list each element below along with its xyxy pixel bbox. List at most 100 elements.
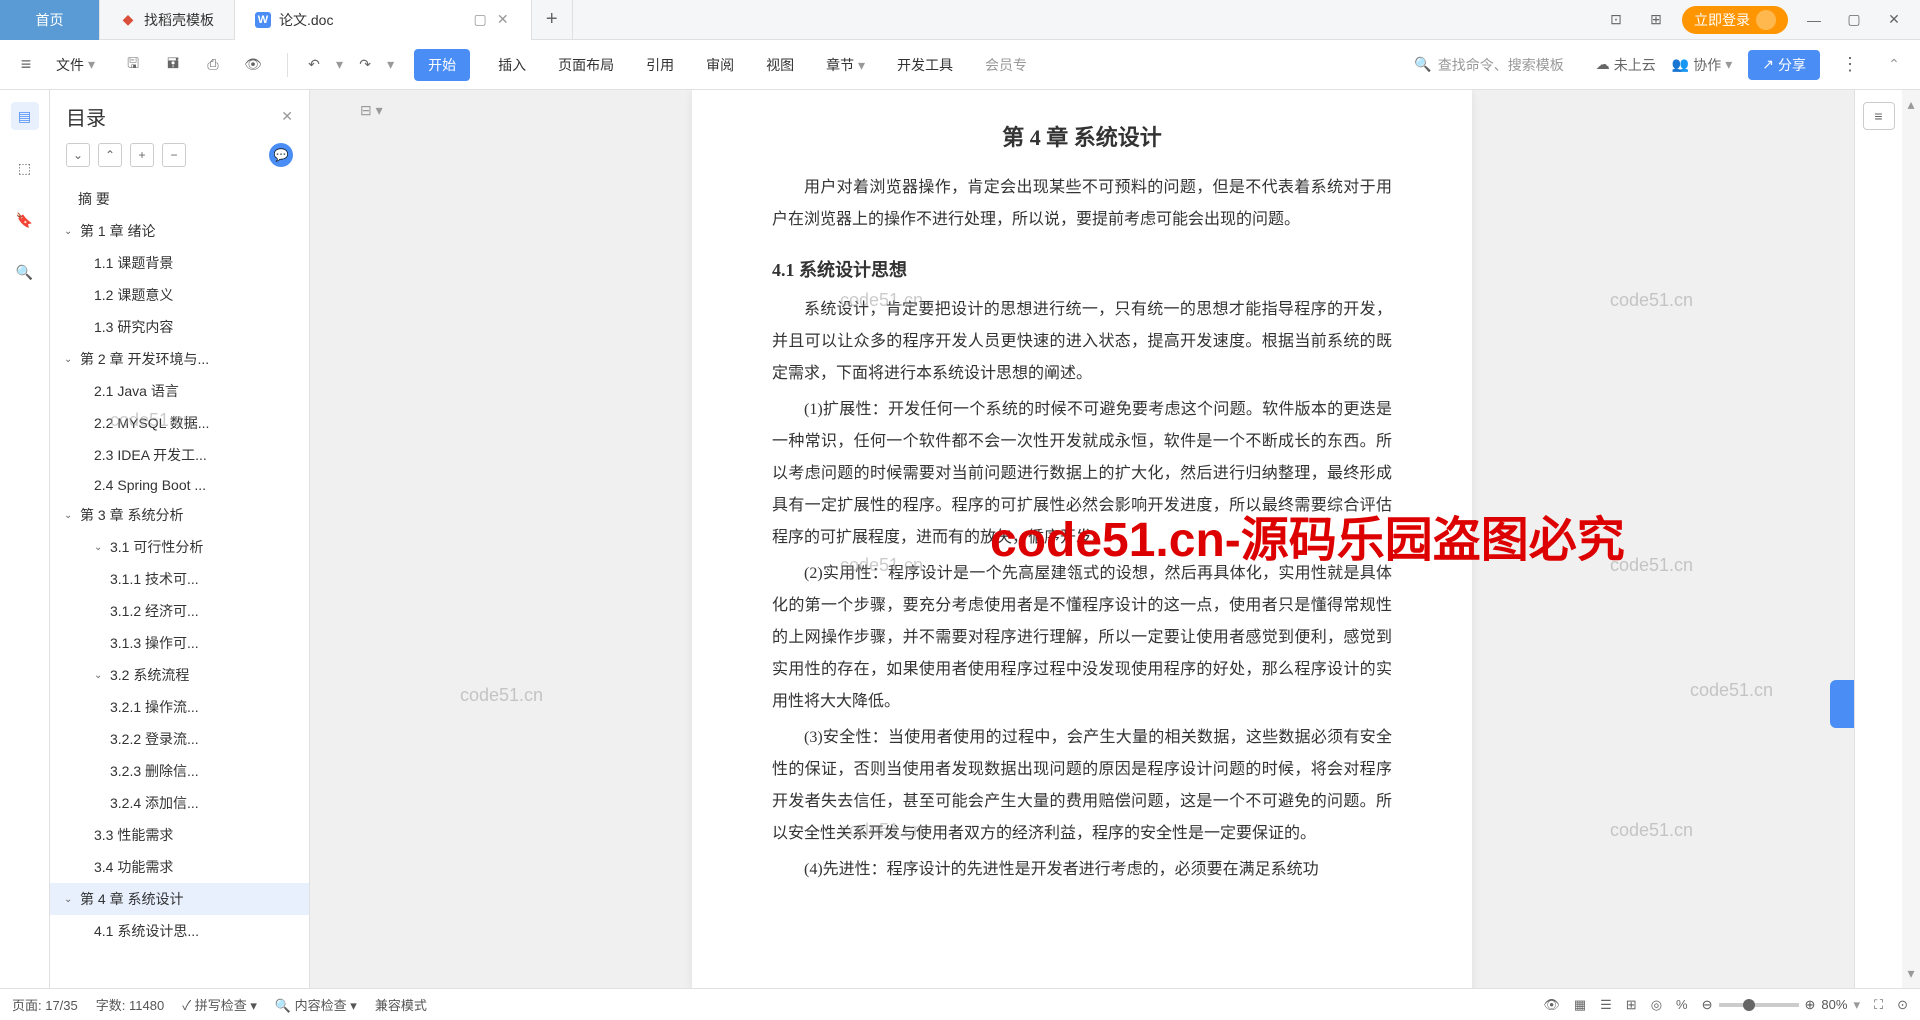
outline-item[interactable]: 2.1 Java 语言 [50, 375, 309, 407]
outline-item[interactable]: ⌄第 3 章 系统分析 [50, 499, 309, 531]
undo-dropdown[interactable]: ▾ [336, 56, 343, 73]
outline-item[interactable]: 3.2.1 操作流... [50, 691, 309, 723]
search-input[interactable]: 🔍 查找命令、搜索模板 [1406, 55, 1571, 75]
menu-view[interactable]: 视图 [762, 49, 798, 81]
fit-icon[interactable]: ⊙ [1897, 997, 1908, 1013]
layout-icon[interactable]: ⊡ [1602, 6, 1630, 34]
redo-dropdown[interactable]: ▾ [387, 56, 394, 73]
remove-heading-icon[interactable]: − [162, 143, 186, 167]
nav-icon[interactable]: ⬚ [11, 154, 39, 182]
outline-item[interactable]: 3.3 性能需求 [50, 819, 309, 851]
file-menu[interactable]: 文件 ▾ [48, 55, 103, 75]
outline-item[interactable]: 3.2.3 删除信... [50, 755, 309, 787]
scroll-down-icon[interactable]: ▾ [1907, 965, 1914, 982]
expand-all-icon[interactable]: ⌃ [98, 143, 122, 167]
outline-item[interactable]: ⌄第 2 章 开发环境与... [50, 343, 309, 375]
redo-icon[interactable]: ↷ [351, 51, 379, 79]
outline-item[interactable]: ⌄3.1 可行性分析 [50, 531, 309, 563]
page-view-icon[interactable]: ▦ [1574, 997, 1586, 1013]
outline-item[interactable]: 3.2.4 添加信... [50, 787, 309, 819]
preview-icon[interactable]: 👁 [239, 51, 267, 79]
menu-reference[interactable]: 引用 [642, 49, 678, 81]
menu-review[interactable]: 审阅 [702, 49, 738, 81]
outline-item[interactable]: ⌄3.2 系统流程 [50, 659, 309, 691]
maximize-icon[interactable]: ▢ [1840, 6, 1868, 34]
menu-insert[interactable]: 插入 [494, 49, 530, 81]
collab-button[interactable]: 👥 协作 ▾ [1672, 55, 1732, 75]
status-page[interactable]: 页面: 17/35 [12, 995, 78, 1014]
outline-item[interactable]: ⌄第 4 章 系统设计 [50, 883, 309, 915]
menu-layout[interactable]: 页面布局 [554, 49, 618, 81]
outline-item[interactable]: 2.2 MYSQL 数据... [50, 407, 309, 439]
outline-item[interactable]: ⌄第 1 章 绪论 [50, 215, 309, 247]
reading-mode-icon[interactable]: 👁 [1543, 997, 1560, 1013]
caret-icon[interactable]: ⌄ [64, 894, 76, 905]
undo-icon[interactable]: ↶ [300, 51, 328, 79]
status-spell[interactable]: ✓ 拼写检查 ▾ [182, 995, 257, 1014]
apps-icon[interactable]: ⊞ [1642, 6, 1670, 34]
caret-icon[interactable]: ⌄ [64, 354, 76, 365]
outline-item[interactable]: 3.2.2 登录流... [50, 723, 309, 755]
tab-document[interactable]: W 论文.doc ▢ ✕ [235, 0, 532, 40]
format-panel-icon[interactable]: ≡ [1863, 102, 1895, 130]
add-heading-icon[interactable]: + [130, 143, 154, 167]
search-panel-icon[interactable]: 🔍 [11, 258, 39, 286]
status-compat[interactable]: 兼容模式 [375, 995, 427, 1014]
cloud-button[interactable]: ☁ 未上云 [1596, 55, 1656, 75]
tab-template[interactable]: ◆ 找稻壳模板 [100, 0, 235, 40]
close-window-icon[interactable]: ✕ [1880, 6, 1908, 34]
minimize-icon[interactable]: — [1800, 6, 1828, 34]
zoom-slider[interactable] [1719, 1003, 1799, 1007]
outline-item[interactable]: 4.1 系统设计思... [50, 915, 309, 947]
outline-close-icon[interactable]: ✕ [281, 108, 293, 125]
caret-icon[interactable]: ⌄ [94, 542, 106, 553]
chat-icon[interactable]: 💬 [269, 143, 293, 167]
focus-icon[interactable]: ◎ [1651, 997, 1662, 1013]
zoom-out-icon[interactable]: ⊖ [1702, 997, 1713, 1013]
close-icon[interactable]: ✕ [495, 12, 511, 28]
menu-dev[interactable]: 开发工具 [893, 49, 957, 81]
collapse-ribbon-icon[interactable]: ⌃ [1880, 51, 1908, 79]
outline-item[interactable]: 摘 要 [50, 183, 309, 215]
menu-start[interactable]: 开始 [414, 49, 470, 81]
side-tab[interactable] [1830, 680, 1854, 728]
fullscreen-icon[interactable]: ⛶ [1874, 997, 1883, 1013]
outline-item[interactable]: 3.4 功能需求 [50, 851, 309, 883]
outline-panel-icon[interactable]: ▤ [11, 102, 39, 130]
window-split-icon[interactable]: ▢ [473, 11, 486, 28]
status-words[interactable]: 字数: 11480 [96, 995, 164, 1014]
ruler-icon[interactable]: % [1676, 997, 1688, 1012]
outline-item[interactable]: 1.1 课题背景 [50, 247, 309, 279]
chapter-title: 第 4 章 系统设计 [772, 120, 1392, 152]
outline-view-icon[interactable]: ☰ [1600, 997, 1612, 1013]
login-button[interactable]: 立即登录 [1682, 6, 1788, 34]
save-as-icon[interactable]: 🖬 [159, 51, 187, 79]
share-button[interactable]: ↗ 分享 [1748, 50, 1820, 80]
zoom-in-icon[interactable]: ⊕ [1805, 997, 1816, 1013]
more-icon[interactable]: ⋮ [1836, 51, 1864, 79]
menu-section[interactable]: 章节 ▾ [822, 49, 869, 81]
tab-home[interactable]: 首页 [0, 0, 100, 40]
page-settings-icon[interactable]: ⊟ ▾ [360, 102, 384, 126]
outline-item[interactable]: 3.1.1 技术可... [50, 563, 309, 595]
bookmark-icon[interactable]: 🔖 [11, 206, 39, 234]
caret-icon[interactable]: ⌄ [94, 670, 106, 681]
print-icon[interactable]: ⎙ [199, 51, 227, 79]
collapse-all-icon[interactable]: ⌄ [66, 143, 90, 167]
hamburger-icon[interactable]: ≡ [12, 51, 40, 79]
web-view-icon[interactable]: ⊞ [1626, 997, 1637, 1013]
status-content[interactable]: 🔍 内容检查 ▾ [275, 995, 357, 1014]
scroll-up-icon[interactable]: ▴ [1907, 96, 1914, 113]
outline-item[interactable]: 2.3 IDEA 开发工... [50, 439, 309, 471]
caret-icon[interactable]: ⌄ [64, 226, 76, 237]
menu-member[interactable]: 会员专 [981, 49, 1031, 81]
save-icon[interactable]: 🖫 [119, 51, 147, 79]
outline-item[interactable]: 3.1.2 经济可... [50, 595, 309, 627]
zoom-value[interactable]: 80% [1821, 997, 1847, 1012]
outline-item[interactable]: 1.2 课题意义 [50, 279, 309, 311]
outline-item[interactable]: 1.3 研究内容 [50, 311, 309, 343]
caret-icon[interactable]: ⌄ [64, 510, 76, 521]
outline-item[interactable]: 2.4 Spring Boot ... [50, 471, 309, 499]
tab-add[interactable]: + [532, 0, 573, 40]
outline-item[interactable]: 3.1.3 操作可... [50, 627, 309, 659]
